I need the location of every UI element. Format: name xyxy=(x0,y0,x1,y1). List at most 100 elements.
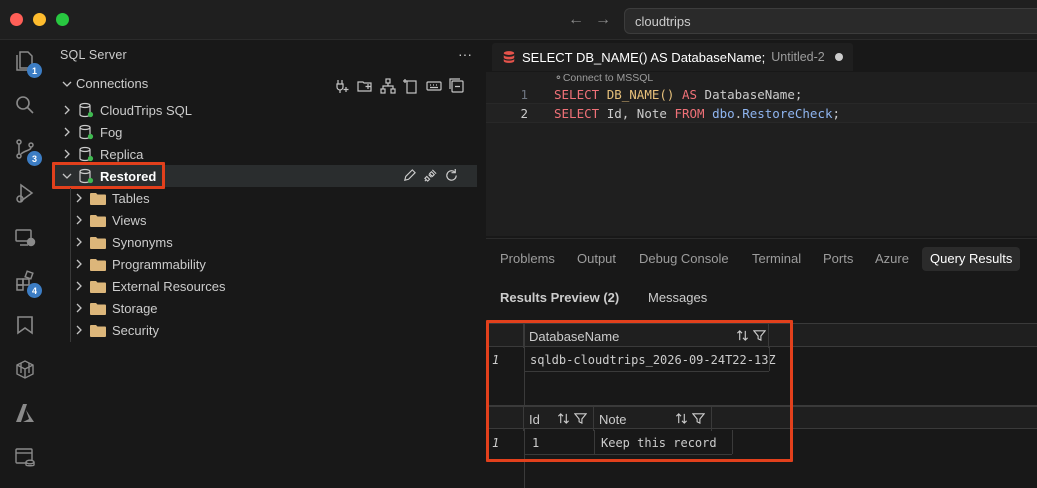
folder-label: Tables xyxy=(112,190,150,206)
forward-arrow-icon[interactable]: → xyxy=(595,11,611,29)
connection-label: CloudTrips SQL xyxy=(100,102,192,118)
azure-icon[interactable] xyxy=(10,398,40,428)
chevron-down-icon xyxy=(60,79,74,89)
connections-section-header[interactable]: Connections xyxy=(60,76,148,91)
folder-label: Synonyms xyxy=(112,234,173,250)
sql-file-icon xyxy=(503,51,515,63)
bookmark-icon[interactable] xyxy=(10,310,40,340)
code-line-1[interactable]: 1 SELECT DB_NAME() AS DatabaseName; xyxy=(486,84,1037,104)
database-icon xyxy=(79,146,94,162)
folder-icon xyxy=(90,280,106,293)
folder-label: Storage xyxy=(112,300,158,316)
tab-output[interactable]: Output xyxy=(569,247,624,271)
explorer-icon[interactable]: 1 xyxy=(10,46,42,78)
subtab-results-preview[interactable]: Results Preview (2) xyxy=(500,290,619,305)
subtab-messages[interactable]: Messages xyxy=(648,290,707,305)
sidebar-title: SQL Server xyxy=(60,48,127,62)
edit-pencil-icon[interactable] xyxy=(402,168,417,186)
folder-label: External Resources xyxy=(112,278,226,294)
sql-server-sidebar: SQL Server ··· Connections CloudTrips SQ… xyxy=(50,40,484,488)
tab-terminal[interactable]: Terminal xyxy=(744,247,809,271)
codelens-connect[interactable]: ⚬Connect to MSSQL xyxy=(554,72,653,84)
chevron-right-icon xyxy=(72,215,86,225)
folder-external-resources[interactable]: External Resources xyxy=(72,275,225,297)
folder-label: Security xyxy=(112,322,159,338)
chevron-right-icon xyxy=(60,105,74,115)
tab-problems[interactable]: Problems xyxy=(492,247,563,271)
folder-tables[interactable]: Tables xyxy=(72,187,150,209)
explorer-badge: 1 xyxy=(27,63,42,78)
folder-icon xyxy=(90,258,106,271)
more-actions-icon[interactable]: ··· xyxy=(458,46,472,62)
search-icon[interactable] xyxy=(10,90,40,120)
folder-synonyms[interactable]: Synonyms xyxy=(72,231,173,253)
containers-icon[interactable] xyxy=(10,354,40,384)
remote-explorer-icon[interactable] xyxy=(10,222,40,252)
connections-label: Connections xyxy=(76,76,149,91)
folder-icon xyxy=(90,236,106,249)
chevron-right-icon xyxy=(60,149,74,159)
plug-icon: ⚬ xyxy=(554,72,563,84)
folder-views[interactable]: Views xyxy=(72,209,146,231)
maximize-window-button[interactable] xyxy=(56,13,69,26)
folder-programmability[interactable]: Programmability xyxy=(72,253,206,275)
command-center-search[interactable]: cloudtrips xyxy=(624,8,1037,34)
database-icon xyxy=(79,102,94,118)
new-query-icon[interactable] xyxy=(403,78,419,94)
editor-tab-untitled-2[interactable]: SELECT DB_NAME() AS DatabaseName; Untitl… xyxy=(492,43,853,71)
tab-subtitle: Untitled-2 xyxy=(771,50,825,64)
tab-ports[interactable]: Ports xyxy=(815,247,861,271)
editor-tab-bar: SELECT DB_NAME() AS DatabaseName; Untitl… xyxy=(486,40,1037,72)
folder-security[interactable]: Security xyxy=(72,319,159,341)
tab-title: SELECT DB_NAME() AS DatabaseName; xyxy=(522,49,766,65)
folder-label: Views xyxy=(112,212,147,228)
connection-fog[interactable]: Fog xyxy=(60,121,480,143)
code-text: SELECT Id, Note FROM dbo.RestoreCheck; xyxy=(554,105,841,121)
source-control-icon[interactable]: 3 xyxy=(10,134,42,166)
run-debug-icon[interactable] xyxy=(10,178,40,208)
database-icon xyxy=(79,124,94,140)
connection-label: Replica xyxy=(100,146,144,162)
tab-debug-console[interactable]: Debug Console xyxy=(631,247,737,271)
activity-bar: 1 3 4 xyxy=(0,40,50,488)
close-window-button[interactable] xyxy=(10,13,23,26)
chevron-right-icon xyxy=(72,193,86,203)
collapse-all-icon[interactable] xyxy=(449,78,465,94)
folder-icon xyxy=(90,192,106,205)
chevron-right-icon xyxy=(72,259,86,269)
minimize-window-button[interactable] xyxy=(33,13,46,26)
schema-designer-icon[interactable] xyxy=(380,78,396,94)
connection-cloudtrips-sql[interactable]: CloudTrips SQL xyxy=(60,99,480,121)
disconnect-plug-icon[interactable] xyxy=(423,168,438,186)
folder-icon xyxy=(90,324,106,337)
connection-label: Fog xyxy=(100,124,123,140)
chevron-right-icon xyxy=(60,127,74,137)
line-number: 2 xyxy=(520,105,528,121)
folder-storage[interactable]: Storage xyxy=(72,297,158,319)
tab-query-results[interactable]: Query Results xyxy=(922,247,1021,271)
add-folder-icon[interactable] xyxy=(357,78,373,94)
keyboard-icon[interactable] xyxy=(426,78,442,94)
back-arrow-icon[interactable]: ← xyxy=(568,11,584,29)
chevron-right-icon xyxy=(72,237,86,247)
unsaved-dot-icon[interactable] xyxy=(834,53,843,61)
add-connection-icon[interactable] xyxy=(334,78,350,94)
source-control-badge: 3 xyxy=(27,151,42,166)
folder-label: Programmability xyxy=(112,256,206,272)
line-number: 1 xyxy=(520,86,528,102)
code-line-2[interactable]: 2 SELECT Id, Note FROM dbo.RestoreCheck; xyxy=(486,103,1037,123)
title-bar: ← → cloudtrips xyxy=(0,0,1037,40)
extensions-icon[interactable]: 4 xyxy=(10,266,42,298)
chevron-right-icon xyxy=(72,281,86,291)
chevron-right-icon xyxy=(72,325,86,335)
folder-icon xyxy=(90,214,106,227)
refresh-icon[interactable] xyxy=(444,168,459,186)
highlight-box-restored xyxy=(52,162,165,189)
chevron-right-icon xyxy=(72,303,86,313)
connections-toolbar xyxy=(334,78,465,94)
tab-azure[interactable]: Azure xyxy=(867,247,917,271)
extensions-badge: 4 xyxy=(27,283,42,298)
sql-server-icon[interactable] xyxy=(10,442,40,472)
highlight-box-results xyxy=(486,320,793,462)
connection-row-actions xyxy=(402,168,459,186)
